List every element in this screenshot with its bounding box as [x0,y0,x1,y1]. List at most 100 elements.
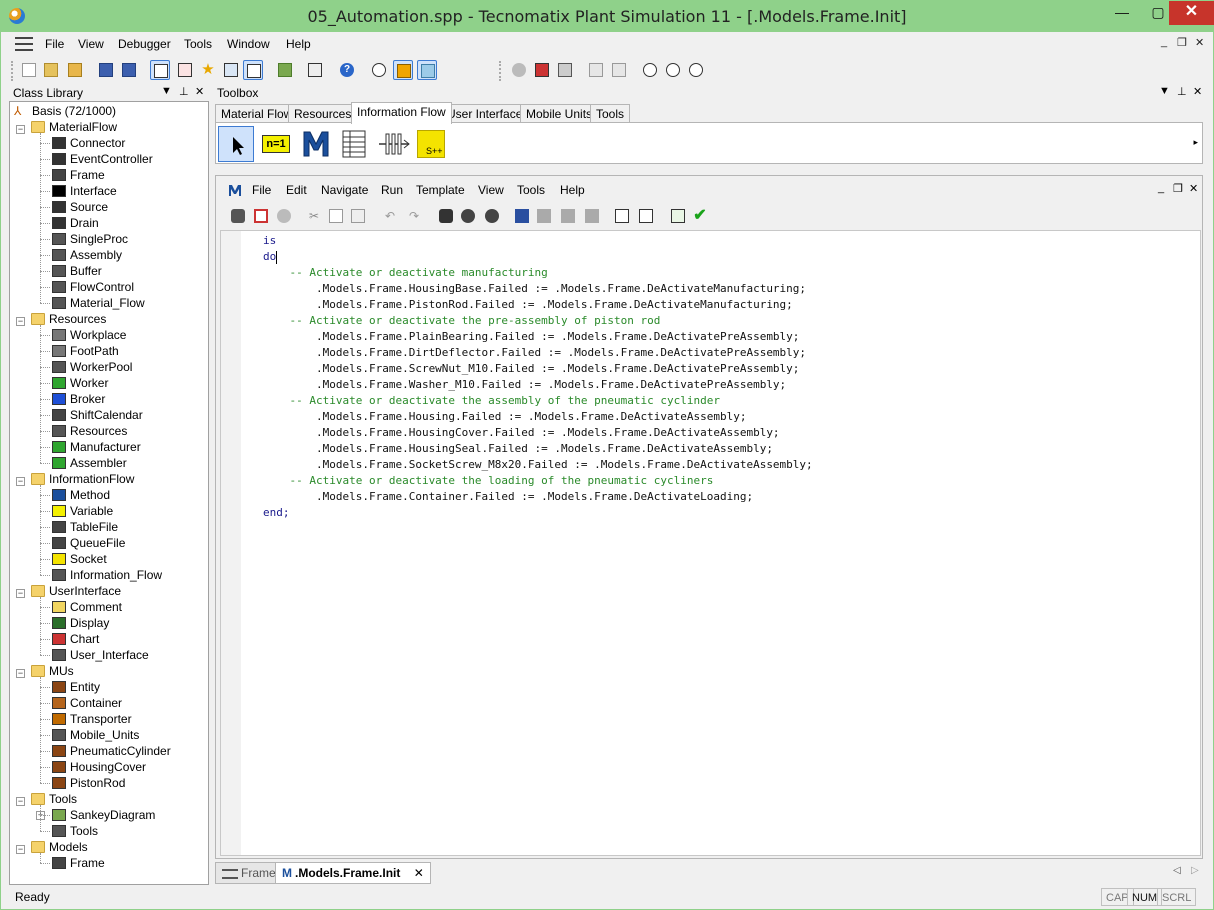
tree-item-tools[interactable]: Tools [52,823,98,839]
open-folder-icon[interactable] [41,60,61,80]
tree-item-shiftcalendar[interactable]: ShiftCalendar [52,407,143,423]
doc-tab-frame[interactable]: Frame [215,862,283,884]
panel-close-icon[interactable]: ✕ [195,85,204,98]
book-icon[interactable] [275,60,295,80]
collapse-toggle-icon[interactable]: − [16,477,25,486]
tree-item-housingcover[interactable]: HousingCover [52,759,146,775]
toolbox-close-icon[interactable]: ✕ [1193,85,1202,98]
tree-item-display[interactable]: Display [52,615,109,631]
tree-item-pneumaticcylinder[interactable]: PneumaticCylinder [52,743,171,759]
menu-debugger[interactable]: Debugger [118,37,171,51]
favorite-star-icon[interactable]: ★ [198,60,218,80]
tree-item-drain[interactable]: Drain [52,215,99,231]
queue-file-tool[interactable] [376,126,412,162]
tree-item-workerpool[interactable]: WorkerPool [52,359,132,375]
tab-resources[interactable]: Resources [288,104,358,124]
open-icon[interactable] [65,60,85,80]
3d-view-icon[interactable] [175,60,195,80]
editor-menu-file[interactable]: File [252,183,271,197]
new-icon[interactable] [19,60,39,80]
tree-item-sankeydiagram[interactable]: + SankeyDiagram [36,807,155,823]
title-bar[interactable]: 05_Automation.spp - Tecnomatix Plant Sim… [1,1,1214,32]
timer-reset-icon[interactable] [686,60,706,80]
breakpoint-icon[interactable] [532,60,552,80]
tree-item-entity[interactable]: Entity [52,679,100,695]
hand-icon[interactable] [555,60,575,80]
class-library-tree[interactable]: ⅄ Basis (72/1000) − MaterialFlow Connector E… [9,101,209,885]
tree-item-chart[interactable]: Chart [52,631,99,647]
collapse-toggle-icon[interactable]: − [16,125,25,134]
tree-item-source[interactable]: Source [52,199,108,215]
method-tool[interactable] [298,126,334,162]
tree-item-footpath[interactable]: FootPath [52,343,119,359]
paste-icon[interactable] [348,206,368,226]
tree-item-assembly[interactable]: Assembly [52,247,122,263]
object-tree-icon[interactable] [417,60,437,80]
menu-view[interactable]: View [78,37,104,51]
cut-icon[interactable]: ✂ [304,206,324,226]
editor-menu-help[interactable]: Help [560,183,585,197]
tab-tools[interactable]: Tools [590,104,631,124]
window-icon[interactable] [586,60,606,80]
tree-folder-tools[interactable]: − Tools [16,791,77,807]
socket-tool[interactable]: S++ [414,126,450,162]
editor-menu-navigate[interactable]: Navigate [321,183,368,197]
tabs-scroll-right-icon[interactable]: ▷ [1191,865,1199,876]
menu-tools[interactable]: Tools [184,37,212,51]
breakpoint-clear-icon[interactable] [534,206,554,226]
breakpoint-all-icon[interactable] [558,206,578,226]
mdi-restore-button[interactable]: ❐ [1177,36,1187,49]
bug-icon[interactable] [509,60,529,80]
editor-close-button[interactable]: ✕ [1189,182,1198,195]
tree-folder-resources[interactable]: − Resources [16,311,106,327]
tree-item-pistonrod[interactable]: PistonRod [52,775,125,791]
editor-menu-tools[interactable]: Tools [517,183,545,197]
undo-icon[interactable]: ↶ [380,206,400,226]
tree-item-container[interactable]: Container [52,695,122,711]
minimize-button[interactable]: — [1105,1,1139,25]
tree-item-flowcontrol[interactable]: FlowControl [52,279,134,295]
window-arrow-icon[interactable] [609,60,629,80]
tree-item-frame[interactable]: Frame [52,167,105,183]
save-all-icon[interactable] [119,60,139,80]
menu-window[interactable]: Window [227,37,270,51]
table-file-tool[interactable] [336,126,372,162]
tree-item-variable[interactable]: Variable [52,503,113,519]
tree-item-frame[interactable]: Frame [52,855,105,871]
document-menu-icon[interactable] [15,37,33,51]
toolbar-grip-2[interactable] [499,61,503,81]
collapse-toggle-icon[interactable]: − [16,669,25,678]
editor-menu-template[interactable]: Template [416,183,465,197]
tree-item-tablefile[interactable]: TableFile [52,519,118,535]
toolbox-pin-icon[interactable]: ⊥ [1177,85,1187,98]
tree-item-method[interactable]: Method [52,487,110,503]
tree-item-mobile-units[interactable]: Mobile_Units [52,727,139,743]
tree-item-transporter[interactable]: Transporter [52,711,132,727]
save-icon[interactable] [96,60,116,80]
tree-item-buffer[interactable]: Buffer [52,263,102,279]
menu-help[interactable]: Help [286,37,311,51]
editor-restore-button[interactable]: ❐ [1173,182,1183,195]
editor-menu-view[interactable]: View [478,183,504,197]
collapse-toggle-icon[interactable]: − [16,845,25,854]
tab-mobile-units[interactable]: Mobile Units [520,104,599,124]
tree-item-resources[interactable]: Resources [52,423,127,439]
editor-menu-run[interactable]: Run [381,183,403,197]
collapse-toggle-icon[interactable]: − [16,317,25,326]
tree-folder-mus[interactable]: − MUs [16,663,74,679]
display-icon[interactable] [221,60,241,80]
tree-folder-models[interactable]: − Models [16,839,88,855]
tree-item-socket[interactable]: Socket [52,551,107,567]
tree-item-singleproc[interactable]: SingleProc [52,231,128,247]
find-replace-icon[interactable] [458,206,478,226]
close-button[interactable]: ✕ [1169,1,1214,25]
pin-icon[interactable]: ⊥ [179,85,189,98]
binoculars-icon[interactable] [228,206,248,226]
tree-item-assembler[interactable]: Assembler [52,455,127,471]
toolbox-dropdown-icon[interactable]: ▼ [1159,85,1170,97]
tree-item-information-flow[interactable]: Information_Flow [52,567,162,583]
tree-root[interactable]: ⅄ Basis (72/1000) [14,103,116,119]
clock-icon[interactable] [369,60,389,80]
tree-item-interface[interactable]: Interface [52,183,117,199]
replace-icon[interactable] [482,206,502,226]
